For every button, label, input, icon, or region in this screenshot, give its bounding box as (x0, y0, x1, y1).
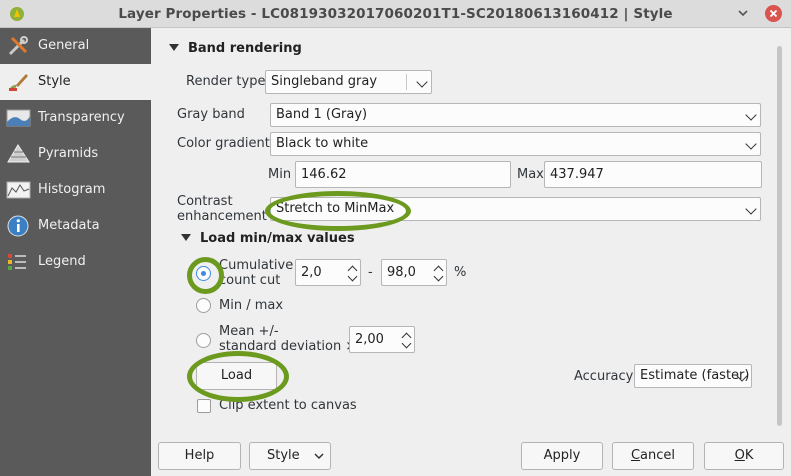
legend-icon (8, 254, 26, 270)
sidebar-item-legend[interactable]: Legend (0, 244, 151, 280)
spin-down-icon[interactable] (401, 338, 412, 349)
render-type-select[interactable]: Singleband gray (265, 70, 432, 94)
chevron-down-icon (416, 76, 428, 88)
chevron-down-icon (745, 109, 757, 121)
accuracy-select[interactable]: Estimate (faster) (634, 364, 752, 388)
load-button[interactable]: Load (196, 362, 277, 390)
contrast-enhancement-select[interactable]: Stretch to MinMax (270, 197, 761, 221)
vertical-scrollbar[interactable] (775, 36, 785, 436)
scrollbar-thumb[interactable] (777, 46, 782, 426)
sidebar-item-label: Style (38, 74, 71, 89)
spin-down-icon[interactable] (433, 271, 444, 282)
contrast-enhancement-label: Contrast enhancement (177, 194, 267, 224)
sidebar-item-label: Metadata (38, 218, 100, 233)
dialog-button-bar: Help Style Apply Cancel OK (151, 439, 791, 476)
mean-std-label: Mean +/- standard deviation × (219, 324, 357, 354)
sidebar-item-pyramids[interactable]: Pyramids (0, 136, 151, 172)
mean-std-radio[interactable] (196, 333, 211, 348)
pyramid-icon (7, 144, 30, 163)
close-icon (769, 9, 778, 18)
min-label: Min (268, 167, 292, 182)
cumulative-low-spinbox[interactable]: 2,0 (295, 259, 361, 286)
sidebar-item-metadata[interactable]: Metadata (0, 208, 151, 244)
title-bar: Layer Properties - LC08193032017060201T1… (0, 0, 791, 28)
gray-band-label: Gray band (177, 107, 245, 122)
main-content: Band rendering Render type Singleband gr… (151, 28, 791, 476)
chevron-down-icon (738, 10, 748, 17)
wrench-screwdriver-icon (8, 36, 28, 56)
window-title: Layer Properties - LC08193032017060201T1… (118, 6, 673, 22)
color-gradient-label: Color gradient (177, 136, 270, 151)
std-dev-spinbox[interactable]: 2,00 (349, 326, 415, 353)
sidebar-item-label: General (38, 38, 90, 53)
max-input[interactable]: 437.947 (544, 161, 762, 188)
range-dash: - (368, 265, 373, 280)
ok-button[interactable]: OK (704, 442, 784, 470)
accuracy-label: Accuracy (574, 369, 634, 384)
cancel-button[interactable]: Cancel (612, 442, 694, 470)
collapse-arrow-icon (169, 44, 179, 51)
clip-extent-label: Clip extent to canvas (219, 398, 357, 413)
sidebar-item-label: Transparency (38, 110, 125, 125)
close-button[interactable] (765, 5, 782, 22)
minimize-button[interactable] (737, 7, 749, 19)
apply-button[interactable]: Apply (521, 442, 603, 470)
spin-down-icon[interactable] (347, 271, 358, 282)
style-panel: Band rendering Render type Singleband gr… (159, 36, 771, 436)
band-rendering-header[interactable]: Band rendering (169, 41, 302, 56)
gray-band-select[interactable]: Band 1 (Gray) (270, 103, 761, 127)
clip-extent-checkbox[interactable] (197, 399, 211, 413)
chevron-down-icon (745, 203, 757, 215)
info-icon (7, 215, 29, 237)
percent-label: % (454, 265, 467, 280)
chevron-down-icon (745, 138, 757, 150)
paintbrush-icon (9, 74, 28, 91)
sidebar-item-label: Pyramids (38, 146, 99, 161)
sidebar-item-style[interactable]: Style (0, 64, 151, 100)
sidebar-item-histogram[interactable]: Histogram (0, 172, 151, 208)
render-type-label: Render type (186, 74, 266, 89)
sidebar-item-general[interactable]: General (0, 28, 151, 64)
sidebar-item-label: Histogram (38, 182, 106, 197)
cumulative-count-cut-label: Cumulative count cut (219, 258, 294, 288)
sidebar-item-transparency[interactable]: Transparency (0, 100, 151, 136)
transparency-icon (6, 109, 31, 127)
load-minmax-header[interactable]: Load min/max values (181, 231, 355, 246)
color-gradient-select[interactable]: Black to white (270, 132, 761, 156)
chevron-down-icon (314, 453, 324, 460)
min-input[interactable]: 146.62 (295, 161, 511, 188)
help-button[interactable]: Help (158, 442, 241, 470)
min-max-radio[interactable] (196, 298, 211, 313)
style-menu-button[interactable]: Style (249, 442, 331, 470)
sidebar-item-label: Legend (38, 254, 86, 269)
histogram-icon (6, 181, 31, 199)
collapse-arrow-icon (181, 234, 191, 241)
min-max-label: Min / max (219, 298, 284, 313)
max-label: Max (517, 167, 544, 182)
sidebar: General Style Transparency Pyramids Hist… (0, 28, 151, 476)
cumulative-high-spinbox[interactable]: 98,0 (381, 259, 447, 286)
cumulative-count-cut-radio[interactable] (196, 266, 211, 281)
